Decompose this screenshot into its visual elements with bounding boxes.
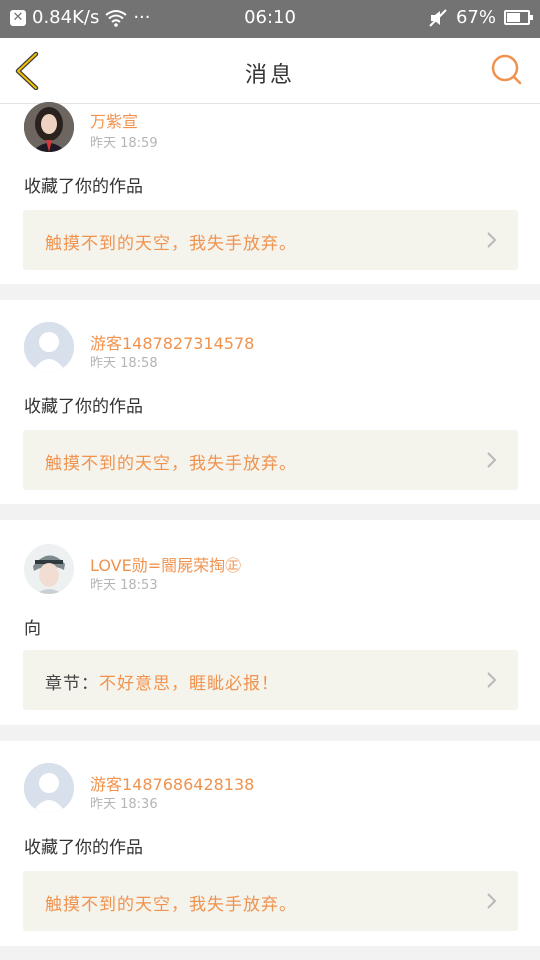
message-action: 收藏了你的作品: [24, 177, 143, 197]
avatar[interactable]: [24, 763, 74, 813]
search-icon[interactable]: [488, 52, 524, 88]
status-bar: ✕ 0.84K/s ··· 06:10 67%: [0, 0, 540, 38]
chevron-right-icon: [487, 452, 497, 468]
sender-name[interactable]: 游客1487827314578: [90, 330, 254, 354]
avatar[interactable]: [24, 544, 74, 594]
page-title: 消息: [244, 63, 295, 88]
quoted-work[interactable]: 触摸不到的天空，我失手放弃。: [23, 871, 518, 931]
message-time: 昨天 18:36: [90, 797, 158, 812]
message-action: 收藏了你的作品: [24, 397, 143, 417]
quoted-chapter[interactable]: 章节：不好意思，睚眦必报！: [23, 650, 518, 710]
message-time: 昨天 18:53: [90, 578, 158, 593]
quoted-text: 触摸不到的天空，我失手放弃。: [45, 234, 297, 254]
battery-icon: [504, 10, 533, 25]
chevron-right-icon: [487, 672, 497, 688]
message-action: 收藏了你的作品: [24, 838, 143, 858]
quote-prefix: 章节：: [45, 674, 99, 694]
sender-name[interactable]: LOVE勋=䦣屍荣掏㊣: [90, 552, 241, 576]
sender-name[interactable]: 游客1487686428138: [90, 771, 254, 795]
avatar[interactable]: [24, 102, 74, 152]
quoted-text: 不好意思，睚眦必报！: [99, 674, 279, 694]
avatar[interactable]: [24, 322, 74, 372]
chevron-right-icon: [487, 232, 497, 248]
message-action: 向: [24, 619, 41, 639]
chevron-right-icon: [487, 893, 497, 909]
quoted-work[interactable]: 触摸不到的天空，我失手放弃。: [23, 430, 518, 490]
battery-percent: 67%: [455, 7, 496, 28]
message-card[interactable]: 游客1487686428138 昨天 18:36 收藏了你的作品 触摸不到的天空…: [0, 741, 540, 946]
message-card[interactable]: 游客1487827314578 昨天 18:58 收藏了你的作品 触摸不到的天空…: [0, 300, 540, 504]
quoted-work[interactable]: 触摸不到的天空，我失手放弃。: [23, 210, 518, 270]
message-time: 昨天 18:58: [90, 356, 158, 371]
header-bar: 消息: [0, 38, 540, 104]
mute-icon: [429, 8, 447, 27]
sender-name[interactable]: 万紫宣: [90, 108, 138, 132]
message-card[interactable]: LOVE勋=䦣屍荣掏㊣ 昨天 18:53 向 章节：不好意思，睚眦必报！: [0, 520, 540, 725]
quoted-text: 触摸不到的天空，我失手放弃。: [45, 454, 297, 474]
quoted-text: 触摸不到的天空，我失手放弃。: [45, 895, 297, 915]
message-card[interactable]: 万紫宣 昨天 18:59 收藏了你的作品 触摸不到的天空，我失手放弃。: [0, 102, 540, 284]
message-time: 昨天 18:59: [90, 136, 158, 151]
